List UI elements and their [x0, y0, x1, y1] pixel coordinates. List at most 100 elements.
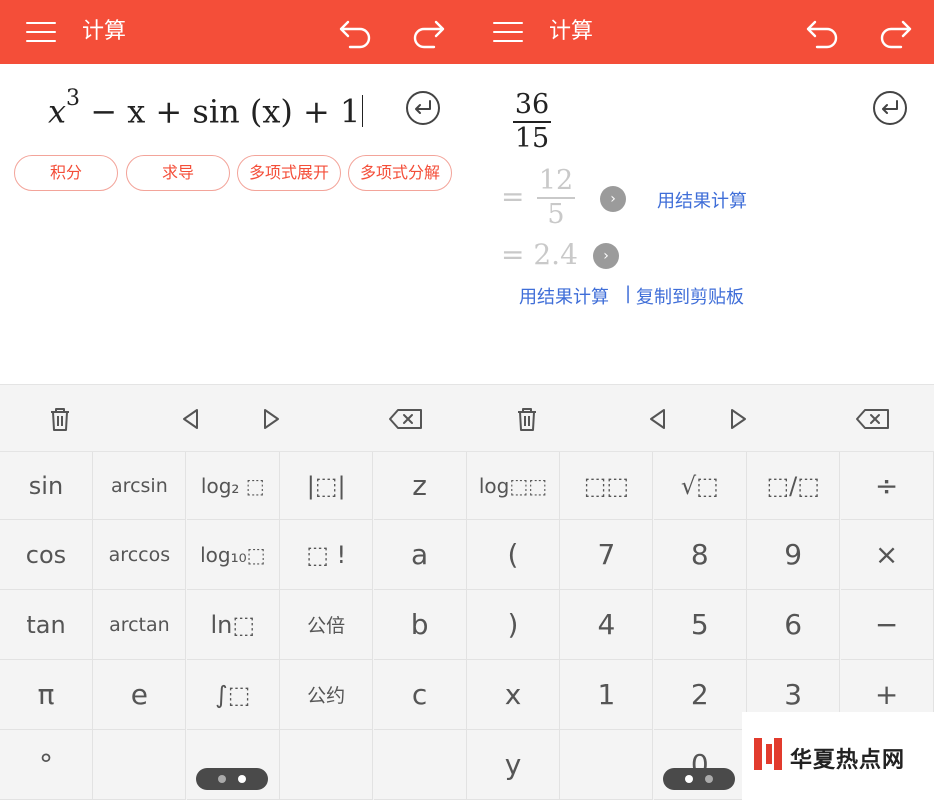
simplified-equals: = — [501, 180, 525, 213]
function-key[interactable]: |⬚| — [280, 452, 374, 520]
left-keypad: sin arcsin log₂ ⬚ |⬚| z cos arccos log₁₀⬚ ⬚ ! a ta… — [0, 452, 467, 800]
expand-arrow-icon[interactable]: › — [593, 243, 619, 269]
function-key[interactable]: 公倍 — [280, 590, 374, 660]
function-key-label: ⬚ ! — [306, 540, 347, 569]
simplified-denominator: 5 — [547, 199, 565, 230]
decimal-result: = 2.4 — [501, 238, 578, 271]
left-arrow-icon[interactable] — [172, 401, 208, 437]
function-key[interactable]: ∫⬚ — [186, 660, 280, 730]
menu-icon[interactable] — [493, 20, 523, 44]
function-key-label: arctan — [109, 613, 170, 636]
function-key[interactable]: arccos — [93, 520, 187, 590]
use-result-link[interactable]: 用结果计算 — [519, 283, 609, 309]
copy-to-clipboard-link[interactable]: 复制到剪贴板 — [636, 283, 744, 309]
function-key[interactable]: cos — [0, 520, 93, 590]
expr-base: x — [48, 92, 67, 131]
polynomial-expand-chip[interactable]: 多项式展开 — [237, 155, 341, 191]
right-keyboard-toolbar — [467, 384, 934, 452]
right-panel: 计算 36 15 = 12 5 › 用结果计算 = 2.4 › 用结果计算 | … — [467, 0, 934, 800]
number-key[interactable]: − — [840, 590, 934, 660]
number-key[interactable]: ⬚/⬚ — [747, 452, 841, 520]
number-key-label: 7 — [597, 538, 616, 571]
function-key[interactable]: 公约 — [280, 660, 374, 730]
function-key[interactable]: arcsin — [93, 452, 187, 520]
function-key[interactable]: log₂ ⬚ — [186, 452, 280, 520]
left-keyboard-toolbar — [0, 384, 467, 452]
number-key[interactable]: ÷ — [840, 452, 934, 520]
function-key[interactable]: z — [373, 452, 467, 520]
number-key[interactable]: × — [840, 520, 934, 590]
number-key-label: − — [874, 608, 899, 641]
backspace-icon[interactable] — [853, 401, 893, 437]
expand-arrow-icon[interactable]: › — [600, 186, 626, 212]
undo-icon[interactable] — [803, 14, 843, 50]
number-key[interactable]: 4 — [560, 590, 654, 660]
function-key[interactable]: e — [93, 660, 187, 730]
keyboard-page-indicator[interactable] — [663, 768, 735, 790]
text-caret — [362, 94, 364, 127]
result-denominator: 15 — [514, 123, 550, 154]
number-key — [560, 730, 654, 800]
number-key[interactable]: 8 — [653, 520, 747, 590]
undo-icon[interactable] — [336, 14, 376, 50]
number-key-label: log⬚⬚ — [478, 473, 548, 498]
number-key-label: 8 — [690, 538, 709, 571]
number-key[interactable]: x — [467, 660, 560, 730]
function-key[interactable]: ° — [0, 730, 93, 800]
left-title: 计算 — [82, 19, 127, 44]
number-key-label: y — [504, 748, 522, 781]
number-key[interactable]: log⬚⬚ — [467, 452, 560, 520]
number-key[interactable]: 7 — [560, 520, 654, 590]
function-key[interactable]: ln⬚ — [186, 590, 280, 660]
function-key[interactable]: log₁₀⬚ — [186, 520, 280, 590]
number-key[interactable]: 5 — [653, 590, 747, 660]
backspace-icon[interactable] — [386, 401, 426, 437]
function-key-label: arccos — [108, 543, 171, 566]
right-arrow-icon[interactable] — [721, 401, 757, 437]
function-key[interactable]: ⬚ ! — [280, 520, 374, 590]
number-key[interactable]: 1 — [560, 660, 654, 730]
watermark-logo: 华夏热点网 — [742, 712, 934, 800]
function-key[interactable]: π — [0, 660, 93, 730]
function-key[interactable]: sin — [0, 452, 93, 520]
number-key[interactable]: 6 — [747, 590, 841, 660]
expression-input[interactable]: x3 − x + sin (x) + 1 — [48, 86, 364, 131]
number-key[interactable]: √⬚ — [653, 452, 747, 520]
right-title: 计算 — [549, 19, 594, 44]
menu-icon[interactable] — [26, 20, 56, 44]
number-key[interactable]: y — [467, 730, 560, 800]
function-key-label: z — [412, 469, 427, 502]
number-key[interactable]: ⬚⬚ — [560, 452, 654, 520]
left-panel: 计算 x3 − x + sin (x) + 1 积分 求导 多项式展开 多项式分… — [0, 0, 467, 800]
function-key-label: ∫⬚ — [215, 680, 251, 709]
redo-icon[interactable] — [408, 14, 448, 50]
integral-chip[interactable]: 积分 — [14, 155, 118, 191]
function-key[interactable]: c — [373, 660, 467, 730]
use-result-link[interactable]: 用结果计算 — [657, 187, 747, 213]
left-arrow-icon[interactable] — [639, 401, 675, 437]
trash-icon[interactable] — [509, 401, 545, 437]
enter-icon[interactable] — [872, 90, 908, 126]
number-key[interactable]: 2 — [653, 660, 747, 730]
number-key-label: 3 — [784, 678, 803, 711]
right-top-bar: 计算 — [467, 0, 934, 64]
function-key-label: tan — [26, 610, 66, 639]
function-key[interactable]: b — [373, 590, 467, 660]
function-key[interactable]: a — [373, 520, 467, 590]
derivative-chip[interactable]: 求导 — [126, 155, 230, 191]
polynomial-factor-chip[interactable]: 多项式分解 — [348, 155, 452, 191]
number-key[interactable]: ( — [467, 520, 560, 590]
enter-icon[interactable] — [405, 90, 441, 126]
keyboard-page-indicator[interactable] — [196, 768, 268, 790]
function-key-label: |⬚| — [306, 471, 346, 500]
result-numerator: 36 — [514, 89, 550, 120]
function-key[interactable]: arctan — [93, 590, 187, 660]
trash-icon[interactable] — [42, 401, 78, 437]
redo-icon[interactable] — [875, 14, 915, 50]
function-key — [373, 730, 467, 800]
number-key-label: 2 — [690, 678, 709, 711]
function-key[interactable]: tan — [0, 590, 93, 660]
number-key[interactable]: ) — [467, 590, 560, 660]
number-key[interactable]: 9 — [747, 520, 841, 590]
right-arrow-icon[interactable] — [254, 401, 290, 437]
